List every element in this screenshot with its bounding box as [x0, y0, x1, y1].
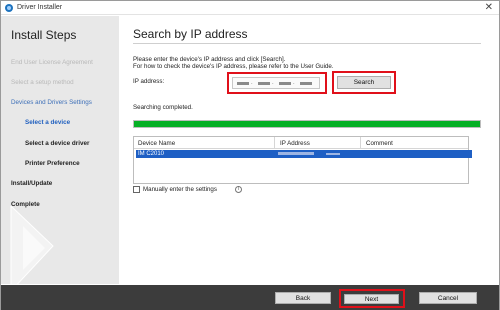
- back-button[interactable]: Back: [275, 292, 331, 304]
- title-bar: Driver Installer ✕: [1, 1, 499, 15]
- ip-octet-3[interactable]: [279, 82, 291, 85]
- step-select-device-driver: Select a device driver: [25, 140, 90, 147]
- progress-fill: [134, 121, 480, 127]
- step-end-user-license: End User License Agreement: [11, 59, 93, 66]
- install-steps-sidebar: Install Steps End User License Agreement…: [1, 16, 119, 284]
- status-text: Searching completed.: [133, 104, 193, 111]
- table-header: Device Name IP Address Comment: [134, 137, 468, 149]
- search-button[interactable]: Search: [337, 76, 391, 89]
- column-ip-address[interactable]: IP Address: [280, 140, 310, 147]
- manual-settings-checkbox[interactable]: [133, 186, 140, 193]
- table-row[interactable]: IM C2010: [136, 150, 472, 158]
- device-table: Device Name IP Address Comment IM C2010: [133, 136, 472, 184]
- close-icon[interactable]: ✕: [485, 2, 493, 14]
- ip-address-highlight: . . .: [227, 72, 327, 94]
- device-name-cell: IM C2010: [138, 151, 165, 157]
- ip-address-cell-redacted: [278, 152, 314, 155]
- installer-window: Driver Installer ✕ Install Steps End Use…: [0, 0, 500, 310]
- step-select-setup-method: Select a setup method: [11, 79, 74, 86]
- main-panel: Search by IP address Please enter the de…: [119, 16, 499, 284]
- instruction-line-1: Please enter the device's IP address and…: [133, 56, 286, 63]
- page-title: Search by IP address: [133, 27, 248, 41]
- info-icon[interactable]: i: [235, 186, 242, 193]
- step-select-device: Select a device: [25, 119, 71, 126]
- footer-bar: Back Next Cancel: [1, 285, 499, 310]
- window-title: Driver Installer: [17, 4, 63, 11]
- search-progress-bar: [133, 120, 481, 128]
- manual-settings-label[interactable]: Manually enter the settings: [143, 186, 217, 193]
- column-divider[interactable]: [360, 137, 361, 149]
- ip-dot: .: [293, 80, 295, 86]
- step-devices-drivers-settings: Devices and Drivers Settings: [11, 99, 92, 106]
- instruction-line-2: For how to check the device's IP address…: [133, 63, 334, 70]
- instructions: Please enter the device's IP address and…: [133, 56, 334, 70]
- title-divider: [133, 43, 481, 44]
- ip-dot: .: [272, 80, 274, 86]
- ip-dot: .: [251, 80, 253, 86]
- ip-address-cell-redacted-tail: [326, 153, 340, 155]
- ip-octet-4[interactable]: [300, 82, 312, 85]
- install-steps-heading: Install Steps: [11, 28, 77, 42]
- ip-address-input[interactable]: . . .: [232, 77, 320, 89]
- ip-octet-2[interactable]: [258, 82, 270, 85]
- search-button-highlight: Search: [332, 71, 396, 94]
- step-install-update: Install/Update: [11, 180, 53, 187]
- next-button[interactable]: Next: [344, 294, 399, 304]
- driver-installer-icon: [5, 4, 13, 12]
- decorative-arrow-graphic: [10, 206, 54, 284]
- step-printer-preference: Printer Preference: [25, 160, 80, 167]
- column-device-name[interactable]: Device Name: [138, 140, 175, 147]
- column-comment[interactable]: Comment: [366, 140, 393, 147]
- column-divider[interactable]: [274, 137, 275, 149]
- next-button-highlight: Next: [339, 289, 405, 308]
- ip-address-label: IP address:: [133, 78, 165, 85]
- cancel-button[interactable]: Cancel: [419, 292, 477, 304]
- ip-octet-1[interactable]: [237, 82, 249, 85]
